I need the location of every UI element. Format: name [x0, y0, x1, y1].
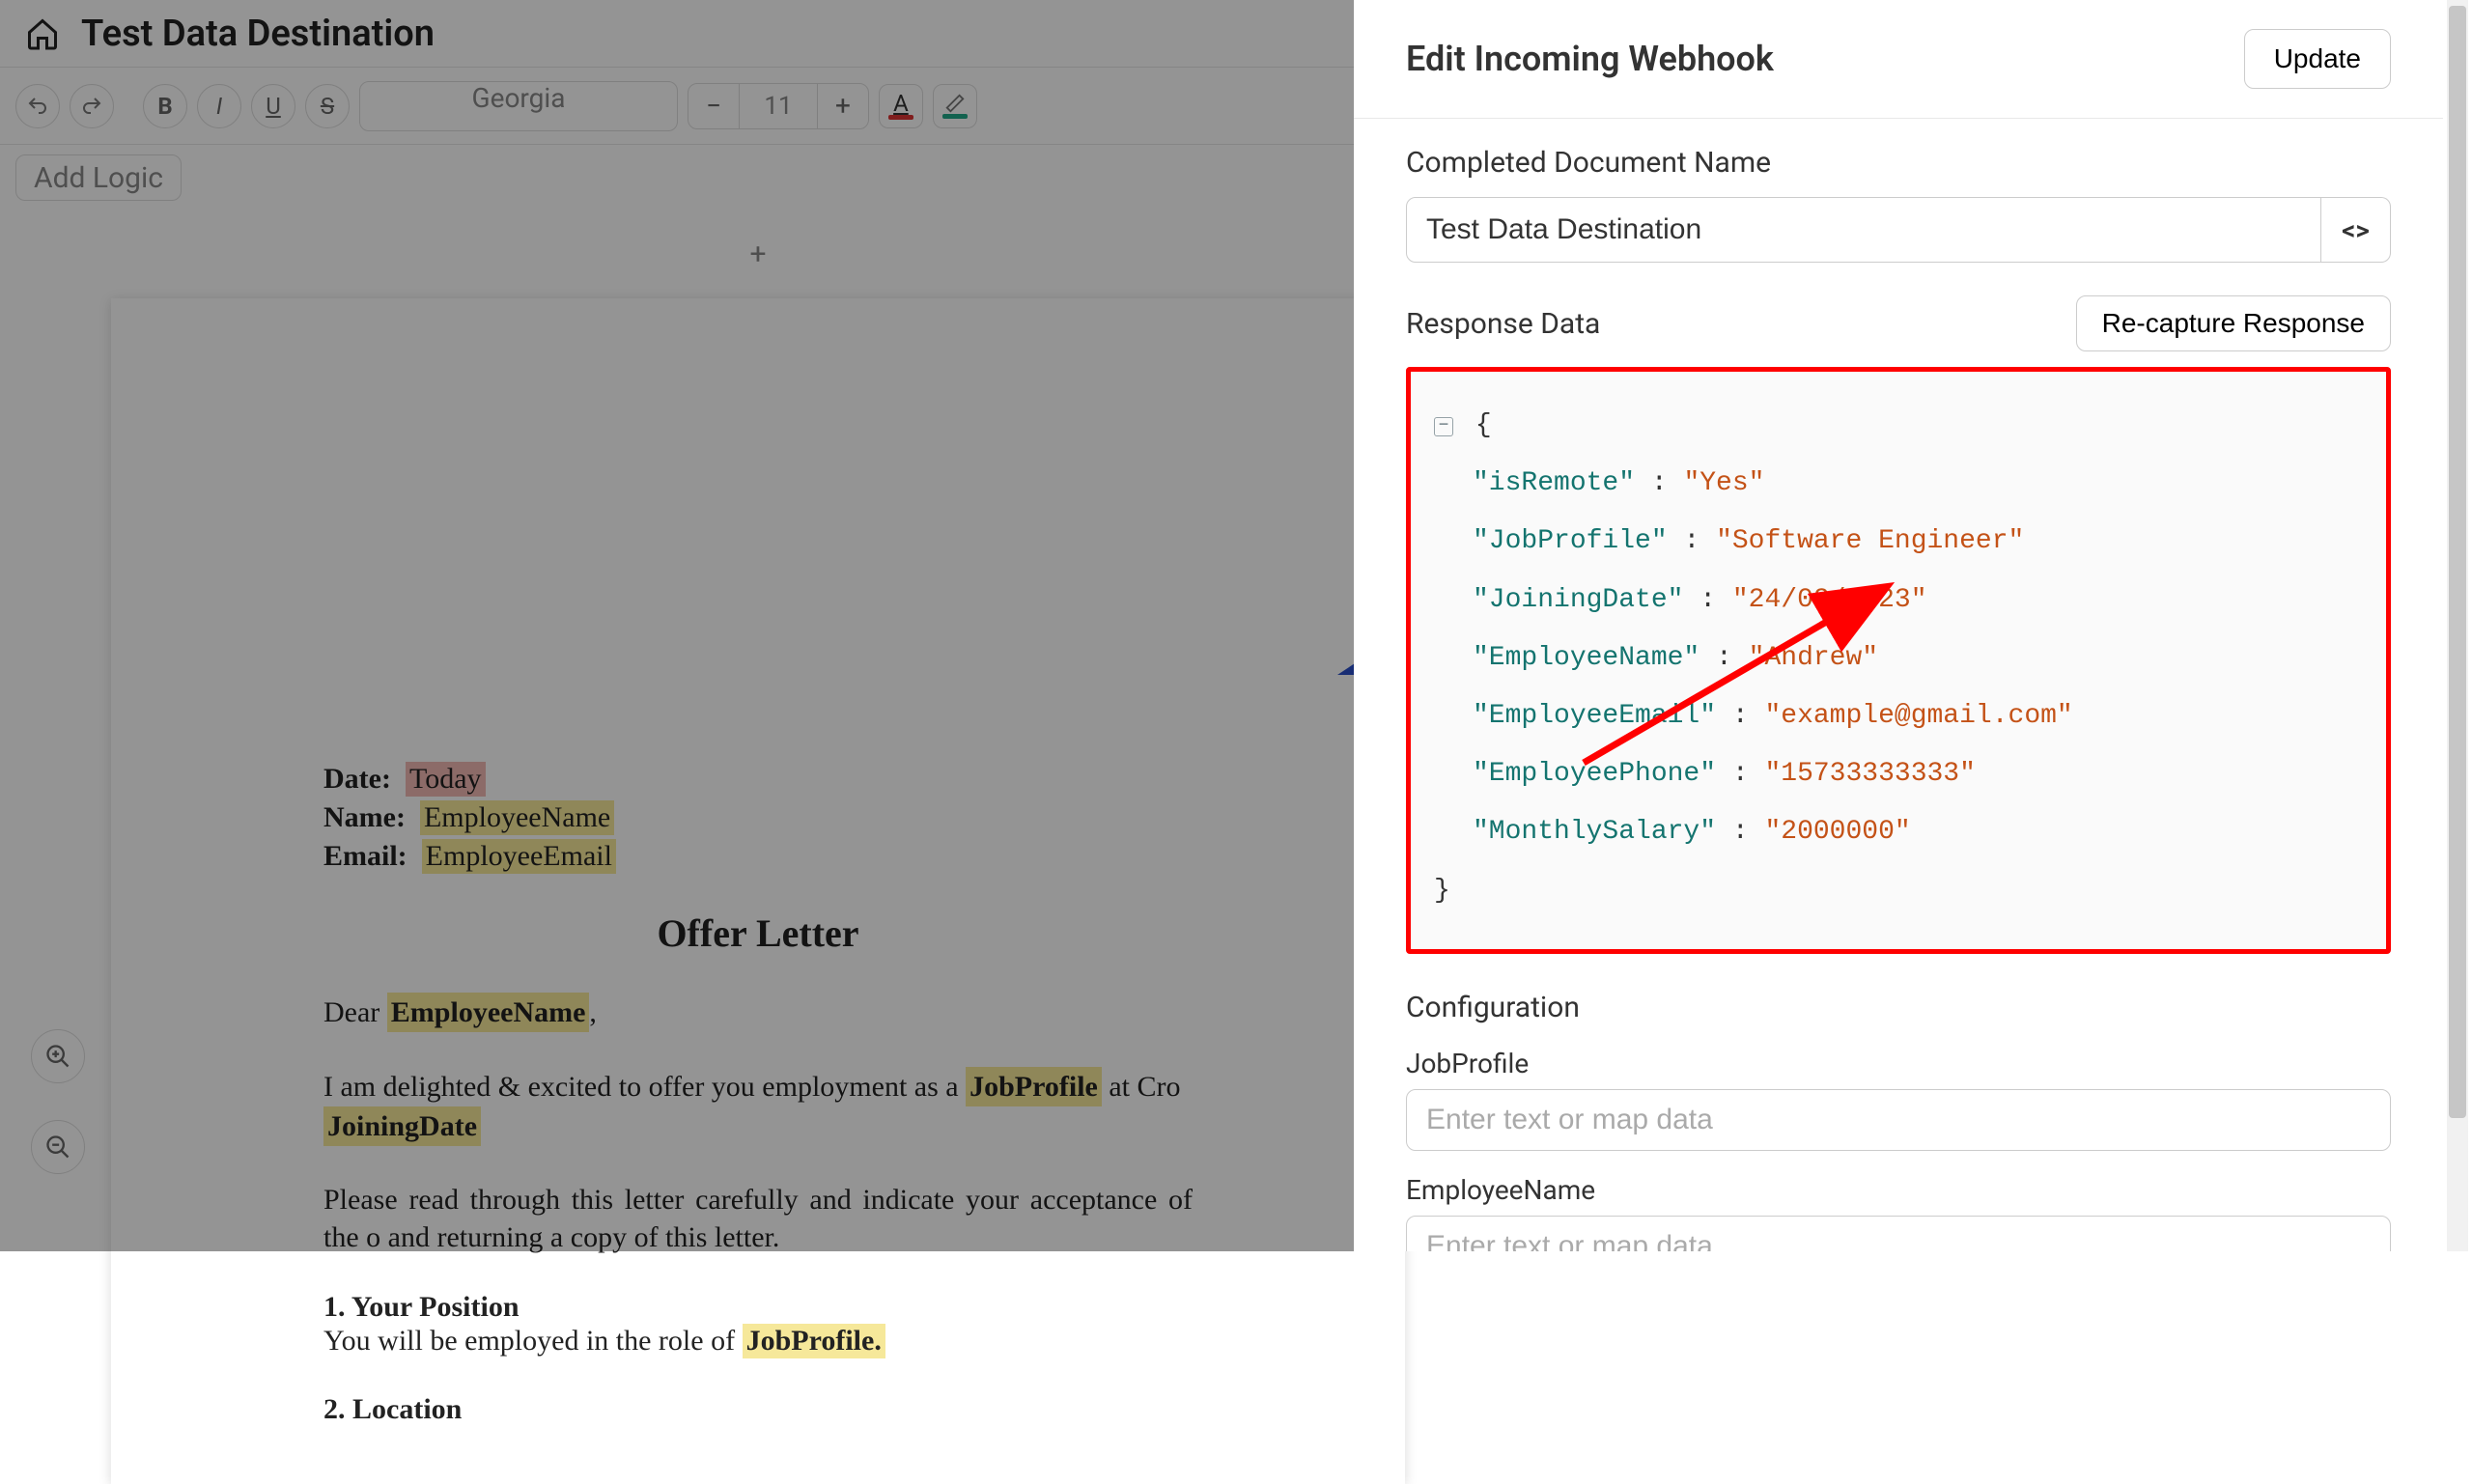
update-button[interactable]: Update: [2244, 29, 2391, 89]
redo-button[interactable]: [70, 84, 114, 128]
accept-para: Please read through this letter carefull…: [323, 1181, 1193, 1256]
joiningdate-field[interactable]: JoiningDate: [323, 1106, 481, 1146]
font-size-group: − 11 +: [688, 83, 869, 129]
config-field-label: JobProfile: [1406, 1048, 2391, 1079]
section-position: 1. Your Position: [323, 1291, 1193, 1324]
config-field-label: EmployeeName: [1406, 1174, 2391, 1206]
section-location: 2. Location: [323, 1393, 1193, 1426]
font-family-select[interactable]: Georgia: [359, 81, 678, 131]
doc-name-label: Completed Document Name: [1406, 146, 2391, 180]
email-field[interactable]: EmployeeEmail: [422, 839, 616, 874]
zoom-in-button[interactable]: [31, 1029, 85, 1083]
zoom-out-button[interactable]: [31, 1120, 85, 1174]
editor-area: Test Data Destination B I U S Georgia − …: [0, 0, 1516, 1251]
response-data-label: Response Data: [1406, 307, 1600, 341]
doc-name-input[interactable]: [1406, 197, 2321, 263]
json-field: "isRemote" : "Yes": [1434, 455, 2363, 513]
json-field: "EmployeeName" : "Andrew": [1434, 630, 2363, 687]
name-label: Name:: [323, 801, 406, 833]
text-color-button[interactable]: A: [879, 84, 923, 128]
name-field[interactable]: EmployeeName: [420, 800, 614, 835]
strike-button[interactable]: S: [305, 84, 350, 128]
add-block-button[interactable]: +: [0, 210, 1516, 298]
greeting: Dear EmployeeName,: [323, 993, 1193, 1032]
scrollbar[interactable]: [2447, 0, 2468, 1251]
email-label: Email:: [323, 840, 407, 872]
collapse-icon[interactable]: −: [1434, 417, 1453, 436]
home-icon[interactable]: [23, 14, 62, 53]
offer-para: I am delighted & excited to offer you em…: [323, 1067, 1193, 1146]
config-field-input[interactable]: [1406, 1216, 2391, 1251]
undo-button[interactable]: [15, 84, 60, 128]
greeting-name-field[interactable]: EmployeeName: [387, 993, 590, 1032]
date-field[interactable]: Today: [406, 762, 486, 797]
expand-icon[interactable]: <>: [2321, 197, 2391, 263]
toolbar: B I U S Georgia − 11 + A: [0, 68, 1516, 145]
json-field: "EmployeePhone" : "15733333333": [1434, 745, 2363, 803]
position-body: You will be employed in the role of JobP…: [323, 1324, 1193, 1358]
config-field-input[interactable]: [1406, 1089, 2391, 1151]
drawer-title: Edit Incoming Webhook: [1406, 39, 1774, 79]
italic-button[interactable]: I: [197, 84, 241, 128]
doc-heading: Offer Letter: [323, 910, 1193, 956]
json-field: "EmployeeEmail" : "example@gmail.com": [1434, 687, 2363, 745]
configuration-label: Configuration: [1406, 991, 2391, 1024]
recapture-button[interactable]: Re-capture Response: [2076, 295, 2391, 351]
fontsize-increase[interactable]: +: [817, 83, 869, 129]
json-field: "MonthlySalary" : "2000000": [1434, 803, 2363, 861]
fontsize-decrease[interactable]: −: [688, 83, 740, 129]
jobprofile-field-2[interactable]: JobProfile.: [743, 1324, 885, 1358]
zoom-controls: [31, 1029, 85, 1174]
title-bar: Test Data Destination: [0, 0, 1516, 68]
response-json-viewer[interactable]: − { "isRemote" : "Yes""JobProfile" : "So…: [1406, 367, 2391, 954]
edit-webhook-drawer: Edit Incoming Webhook Update Completed D…: [1354, 0, 2443, 1251]
highlight-color-button[interactable]: [933, 84, 977, 128]
add-logic-button[interactable]: Add Logic: [15, 154, 182, 201]
date-label: Date:: [323, 763, 391, 795]
bold-button[interactable]: B: [143, 84, 187, 128]
json-field: "JobProfile" : "Software Engineer": [1434, 513, 2363, 571]
page-title: Test Data Destination: [81, 13, 435, 55]
json-field: "JoiningDate" : "24/02/2023": [1434, 572, 2363, 630]
jobprofile-field[interactable]: JobProfile: [966, 1067, 1102, 1106]
drawer-header: Edit Incoming Webhook Update: [1354, 0, 2443, 119]
font-size-value: 11: [740, 83, 817, 129]
underline-button[interactable]: U: [251, 84, 295, 128]
document-canvas[interactable]: Date: Today Name: EmployeeName Email: Em…: [111, 298, 1405, 1484]
